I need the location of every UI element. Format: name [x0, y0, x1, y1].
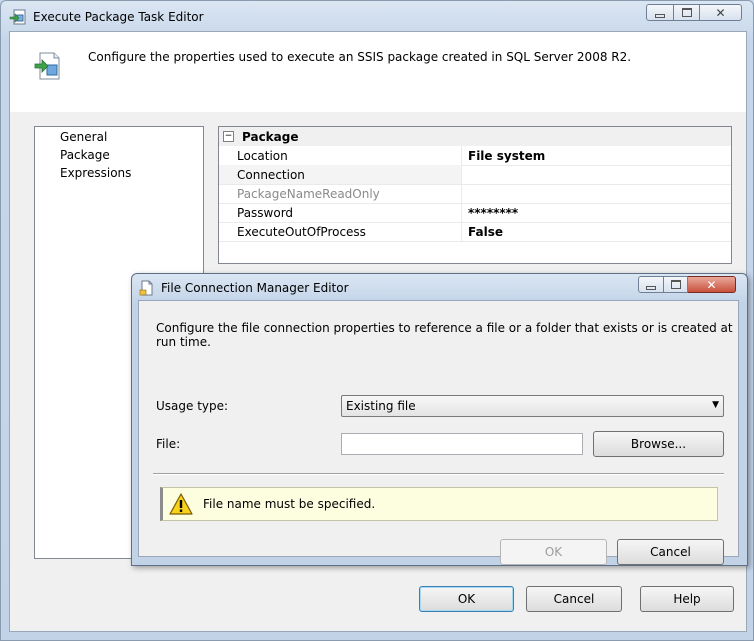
- dialog-ok-button[interactable]: OK: [500, 539, 607, 565]
- minimize-icon: [655, 13, 665, 18]
- package-task-icon: [9, 8, 27, 26]
- window-caption-buttons: ✕: [646, 4, 742, 21]
- dialog-description: Configure the file connection properties…: [156, 321, 733, 349]
- minimize-icon: [646, 285, 656, 290]
- property-row-connection[interactable]: Connection: [219, 165, 731, 185]
- property-name: Location: [219, 146, 462, 165]
- file-path-input[interactable]: [341, 433, 583, 455]
- browse-button[interactable]: Browse...: [593, 431, 724, 457]
- property-row-executeoutofprocess[interactable]: ExecuteOutOfProcess False: [219, 222, 731, 242]
- nav-item-general[interactable]: General: [60, 130, 107, 144]
- dialog-close-button[interactable]: ✕: [688, 276, 736, 293]
- maximize-button[interactable]: [674, 4, 700, 21]
- warning-icon: [169, 493, 193, 515]
- dialog-client-area: Configure the file connection properties…: [138, 300, 739, 565]
- file-label: File:: [156, 437, 181, 451]
- file-icon: [139, 280, 155, 296]
- editor-header: Configure the properties used to execute…: [10, 32, 746, 112]
- property-grid: − Package Location File system Connectio…: [218, 126, 732, 264]
- dialog-separator: [153, 473, 724, 475]
- dialog-cancel-button[interactable]: Cancel: [617, 539, 724, 565]
- property-name: Password: [219, 203, 462, 222]
- dialog-title: File Connection Manager Editor: [161, 281, 349, 295]
- file-connection-manager-editor-dialog: File Connection Manager Editor ✕ Configu…: [131, 273, 748, 566]
- nav-item-expressions[interactable]: Expressions: [60, 166, 131, 180]
- validation-warning-banner: File name must be specified.: [160, 487, 718, 521]
- maximize-icon: [670, 280, 681, 289]
- property-value: File system: [468, 148, 546, 163]
- window-titlebar: Execute Package Task Editor: [9, 5, 204, 29]
- dialog-maximize-button[interactable]: [664, 276, 688, 293]
- property-name: Connection: [219, 165, 462, 184]
- maximize-icon: [681, 8, 692, 17]
- close-icon: ✕: [715, 5, 726, 20]
- help-button[interactable]: Help: [640, 586, 734, 612]
- property-row-password[interactable]: Password ********: [219, 203, 731, 223]
- close-button[interactable]: ✕: [700, 4, 742, 21]
- nav-item-package[interactable]: Package: [60, 148, 110, 162]
- usage-type-dropdown[interactable]: Existing file ▼: [341, 395, 724, 417]
- property-category-package[interactable]: − Package: [219, 127, 731, 146]
- minimize-button[interactable]: [646, 4, 674, 21]
- collapse-icon[interactable]: −: [223, 131, 234, 142]
- property-row-packagenamereadonly[interactable]: PackageNameReadOnly: [219, 184, 731, 204]
- property-row-location[interactable]: Location File system: [219, 146, 731, 166]
- package-config-icon: [32, 50, 64, 82]
- cancel-button[interactable]: Cancel: [526, 586, 622, 612]
- dropdown-arrow-icon: ▼: [712, 400, 719, 410]
- usage-type-label: Usage type:: [156, 399, 229, 413]
- dialog-caption-buttons: ✕: [638, 276, 736, 293]
- editor-description: Configure the properties used to execute…: [88, 50, 632, 64]
- property-category-label: Package: [242, 129, 299, 144]
- dialog-titlebar: File Connection Manager Editor: [139, 277, 349, 299]
- usage-type-value: Existing file: [346, 399, 416, 413]
- property-name: ExecuteOutOfProcess: [219, 222, 462, 241]
- dialog-minimize-button[interactable]: [638, 276, 664, 293]
- property-value: ********: [468, 205, 519, 220]
- property-name: PackageNameReadOnly: [219, 184, 462, 203]
- ok-button[interactable]: OK: [419, 586, 514, 612]
- property-value: False: [468, 224, 503, 239]
- window-title: Execute Package Task Editor: [33, 10, 204, 24]
- close-icon: ✕: [706, 277, 717, 292]
- warning-message: File name must be specified.: [203, 497, 376, 511]
